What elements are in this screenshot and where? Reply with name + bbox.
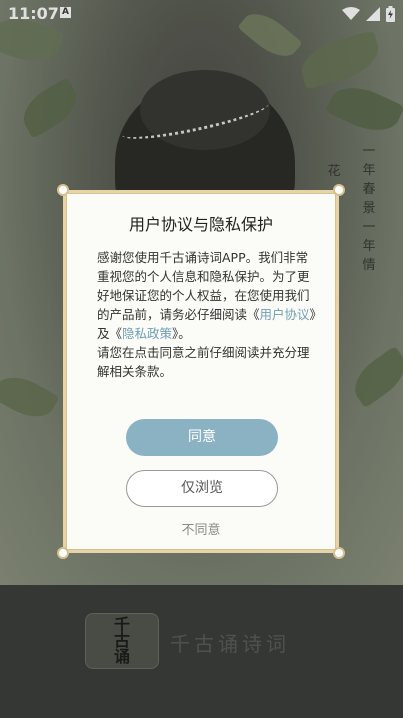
dialog-body-text: 请您在点击同意之前仔细阅读并充分理解相关条款。: [97, 345, 310, 379]
agree-button[interactable]: 同意: [126, 419, 278, 456]
dialog-corner-ornament: [333, 184, 345, 196]
dialog-corner-ornament: [57, 184, 69, 196]
browse-only-button[interactable]: 仅浏览: [126, 470, 278, 507]
user-agreement-link[interactable]: 用户协议: [260, 307, 310, 322]
dialog-corner-ornament: [333, 547, 345, 559]
dialog-corner-ornament: [57, 547, 69, 559]
dialog-title: 用户协议与隐私保护: [128, 215, 273, 234]
privacy-policy-link[interactable]: 隐私政策: [122, 326, 172, 341]
disagree-button[interactable]: 不同意: [66, 519, 336, 538]
dialog-body: 感谢您使用千古诵诗词APP。我们非常重视您的个人信息和隐私保护。为了更好地保证您…: [97, 248, 317, 381]
dialog-body-text: 》。: [172, 326, 191, 341]
privacy-dialog: 用户协议与隐私保护 感谢您使用千古诵诗词APP。我们非常重视您的个人信息和隐私保…: [57, 184, 345, 559]
